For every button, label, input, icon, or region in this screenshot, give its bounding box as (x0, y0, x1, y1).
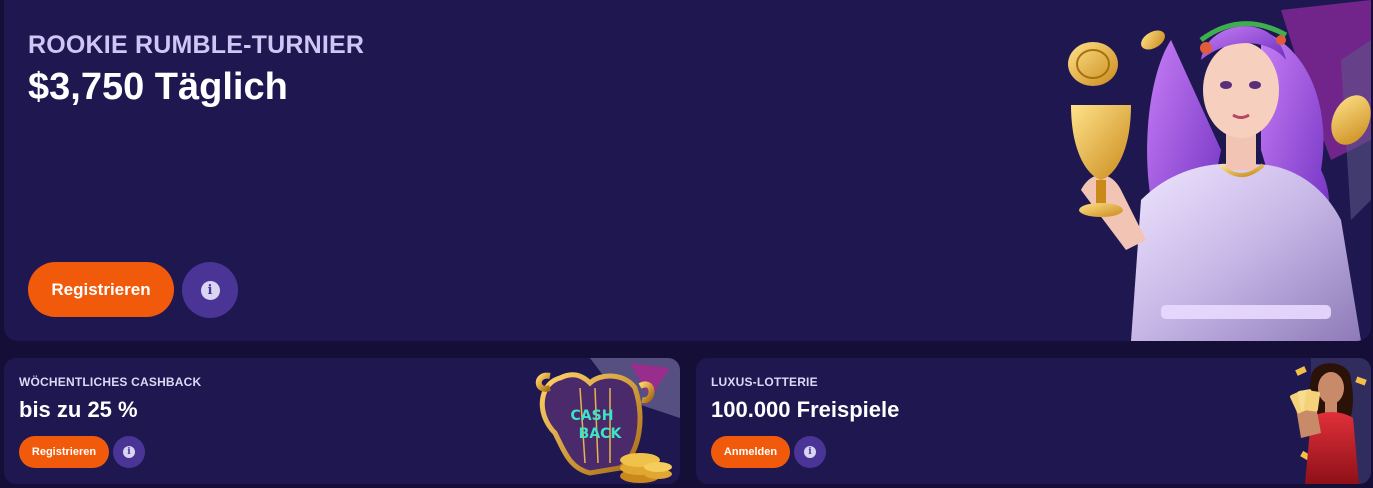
gold-coin-icon (1068, 42, 1118, 86)
banner-eyebrow: ROOKIE RUMBLE-TURNIER (28, 31, 365, 59)
cashback-card: WÖCHENTLICHES CASHBACK bis zu 25 % Regis… (4, 358, 680, 484)
goddess-with-chalice-illustration (1068, 0, 1371, 341)
card-title: 100.000 Freispiele (711, 397, 900, 422)
cash-label: CASH (571, 408, 614, 424)
chalice-icon (1071, 105, 1131, 180)
login-button[interactable]: Anmelden (711, 436, 790, 468)
cashback-lyre-illustration: CASH BACK (535, 358, 680, 483)
register-button[interactable]: Registrieren (28, 262, 174, 317)
card-eyebrow: WÖCHENTLICHES CASHBACK (19, 375, 202, 389)
coin-stack-icon (620, 453, 672, 483)
info-icon: i (804, 446, 816, 458)
info-button[interactable]: i (794, 436, 826, 468)
back-label: BACK (579, 426, 623, 442)
info-button[interactable]: i (113, 436, 145, 468)
lottery-card: LUXUS-LOTTERIE 100.000 Freispiele Anmeld… (696, 358, 1371, 484)
info-icon: i (200, 280, 220, 300)
playing-cards-icon (1290, 389, 1321, 414)
register-button[interactable]: Registrieren (19, 436, 109, 468)
lottery-woman-illustration (1290, 358, 1371, 484)
tournament-banner: ROOKIE RUMBLE-TURNIER $3,750 Täglich Reg… (4, 0, 1371, 341)
card-eyebrow: LUXUS-LOTTERIE (711, 375, 818, 389)
info-button[interactable]: i (182, 262, 238, 318)
banner-title: $3,750 Täglich (28, 66, 288, 108)
promotions-page: ROOKIE RUMBLE-TURNIER $3,750 Täglich Reg… (0, 0, 1373, 488)
card-title: bis zu 25 % (19, 397, 138, 422)
info-icon: i (123, 446, 135, 458)
